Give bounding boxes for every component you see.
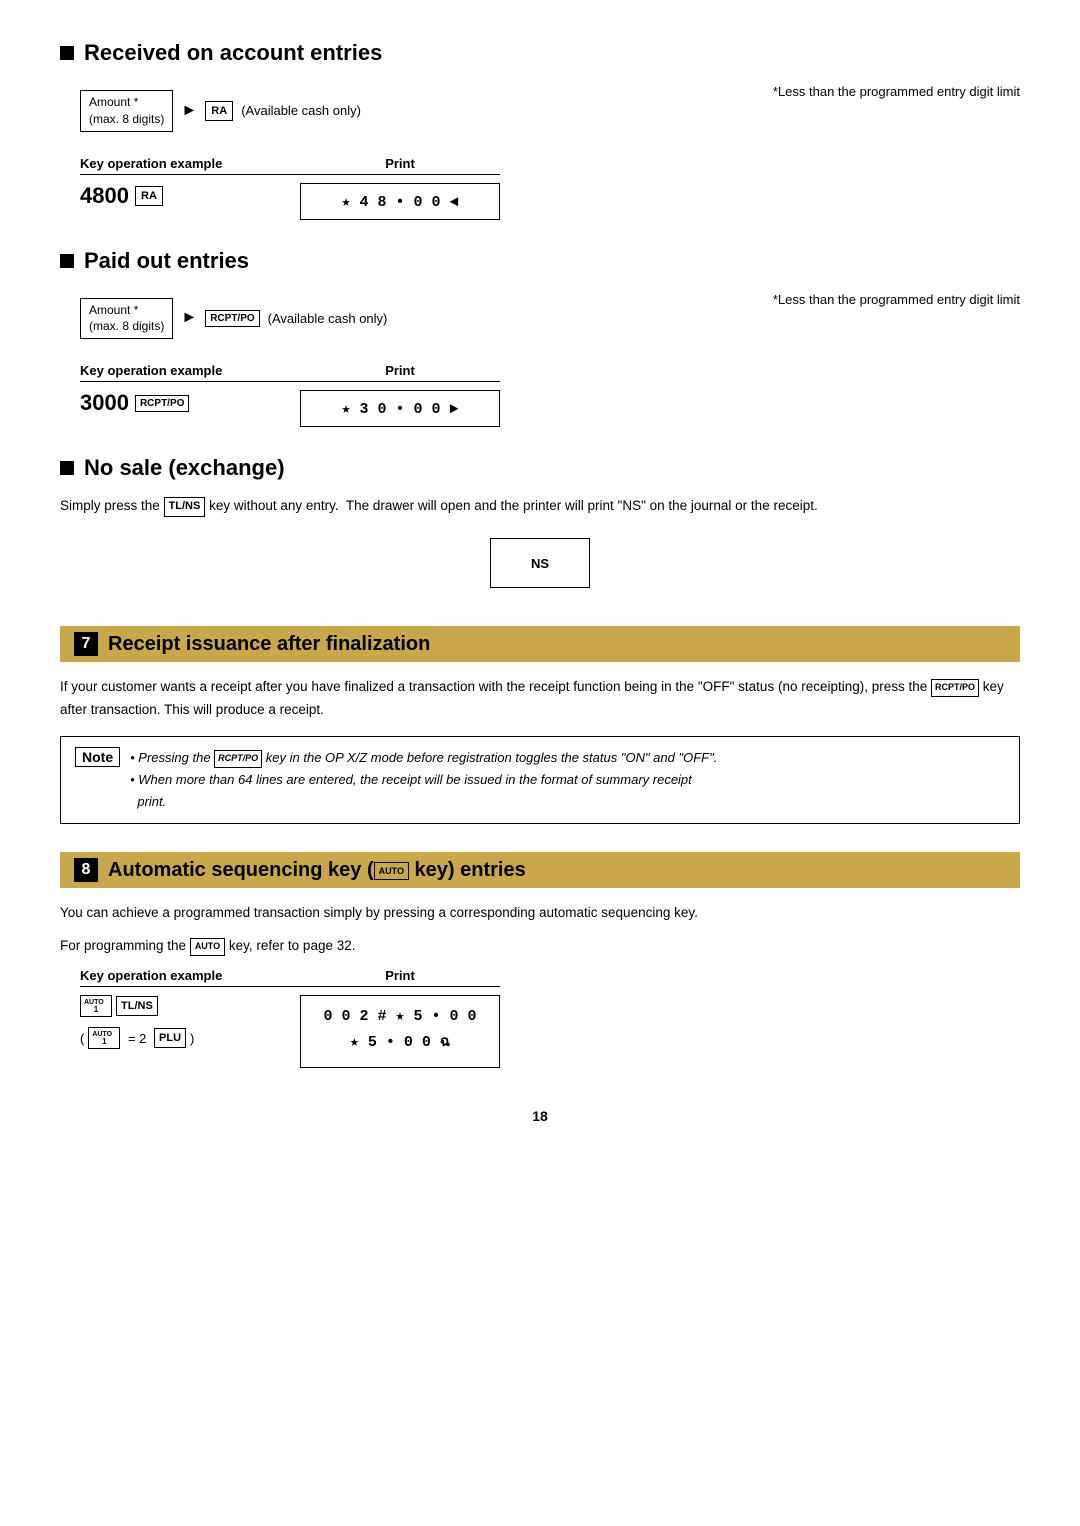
received-on-account-section: Received on account entries Amount * (ma… [60,40,1020,220]
received-print-header: Print [300,156,500,175]
tlns-key-inline: TL/NS [164,497,206,517]
auto-seq-op-header: Key operation example [80,968,300,987]
paid-out-flow-diagram: Amount * (max. 8 digits) ► RCPT/PO (Avai… [80,298,773,340]
paid-out-header: Paid out entries [60,248,1020,274]
page-number: 18 [60,1108,1020,1124]
print-line-1: 0 0 2 # ★ 5 • 0 0 [317,1006,483,1025]
received-op-header: Key operation example [80,156,300,175]
arrow-icon-2: ► [181,309,197,327]
receipt-issuance-section: 7 Receipt issuance after finalization If… [60,626,1020,824]
received-on-account-header: Received on account entries [60,40,1020,66]
paid-out-flow-left: Amount * (max. 8 digits) ► RCPT/PO (Avai… [60,288,773,356]
auto-seq-header: 8 Automatic sequencing key (AUTO key) en… [60,852,1020,888]
paid-out-section: Paid out entries Amount * (max. 8 digits… [60,248,1020,428]
arrow-icon: ► [181,102,197,120]
black-square-icon [60,46,74,60]
auto-seq-op-row2: ( AUTO 1 = 2 PLU ) [80,1027,300,1049]
auto-seq-number: 8 [74,858,98,882]
auto-key-op: AUTO 1 [80,995,112,1017]
received-print-col: Print ★ 4 8 • 0 0 ◄ [300,156,500,220]
auto-seq-print-col: Print 0 0 2 # ★ 5 • 0 0 ★ 5 • 0 0 ฉ [300,968,500,1068]
rcptpo-key-note: RCPT/PO [214,750,262,768]
tlns-key-op: TL/NS [116,996,158,1016]
received-avail-text: (Available cash only) [241,103,361,118]
note-content: • Pressing the RCPT/PO key in the OP X/Z… [130,747,717,813]
received-op-value: 4800 RA [80,183,300,209]
no-sale-section: No sale (exchange) Simply press the TL/N… [60,455,1020,598]
ns-box: NS [490,538,590,588]
paid-out-flow-row: Amount * (max. 8 digits) ► RCPT/PO (Avai… [60,288,1020,356]
auto-seq-print-box: 0 0 2 # ★ 5 • 0 0 ★ 5 • 0 0 ฉ [300,995,500,1068]
received-ra-key: RA [135,186,163,206]
received-flow-row: Amount * (max. 8 digits) ► RA (Available… [60,80,1020,148]
rcptpo-key-body: RCPT/PO [931,679,979,697]
note-label: Note [75,747,120,767]
black-square-icon-2 [60,254,74,268]
auto-seq-title: Automatic sequencing key (AUTO key) entr… [108,859,526,882]
no-sale-header: No sale (exchange) [60,455,1020,481]
paid-out-op-table: Key operation example 3000 RCPT/PO Print… [80,363,1020,427]
received-print-box: ★ 4 8 • 0 0 ◄ [300,183,500,220]
received-flow-note: *Less than the programmed entry digit li… [773,80,1020,99]
auto-eq-text: = 2 [124,1031,150,1046]
receipt-issuance-title: Receipt issuance after finalization [108,633,430,656]
received-flow-diagram: Amount * (max. 8 digits) ► RA (Available… [80,90,773,132]
paid-out-print-header: Print [300,363,500,382]
auto-seq-op-row1: AUTO 1 TL/NS [80,995,300,1017]
auto-seq-body1: You can achieve a programmed transaction… [60,902,1020,925]
paid-out-avail-text: (Available cash only) [268,311,388,326]
ra-key: RA [205,101,233,121]
note-box: Note • Pressing the RCPT/PO key in the O… [60,736,1020,824]
received-op-table: Key operation example 4800 RA Print ★ 4 … [80,156,1020,220]
auto-seq-body2: For programming the AUTO key, refer to p… [60,935,1020,958]
auto-seq-op-table: Key operation example AUTO 1 TL/NS ( AUT… [80,968,1020,1068]
auto-seq-section: 8 Automatic sequencing key (AUTO key) en… [60,852,1020,1068]
auto-paren-key: AUTO 1 [88,1027,120,1049]
auto-seq-print-header: Print [300,968,500,987]
no-sale-body: Simply press the TL/NS key without any e… [60,495,1020,518]
print-line-2: ★ 5 • 0 0 ฉ [317,1029,483,1053]
received-op-col: Key operation example 4800 RA [80,156,300,209]
received-amount-box: Amount * (max. 8 digits) [80,90,173,132]
received-on-account-title: Received on account entries [84,40,382,66]
paid-out-title: Paid out entries [84,248,249,274]
paid-out-op-value: 3000 RCPT/PO [80,390,300,416]
paid-out-print-box: ★ 3 0 • 0 0 ► [300,390,500,427]
no-sale-title: No sale (exchange) [84,455,285,481]
receipt-issuance-number: 7 [74,632,98,656]
paid-out-op-col: Key operation example 3000 RCPT/PO [80,363,300,416]
ns-box-container: NS [60,528,1020,598]
auto-seq-op-col: Key operation example AUTO 1 TL/NS ( AUT… [80,968,300,1049]
paid-out-flow-note: *Less than the programmed entry digit li… [773,288,1020,307]
receipt-issuance-body: If your customer wants a receipt after y… [60,676,1020,722]
auto-key-body2: AUTO [190,938,225,956]
receipt-issuance-header: 7 Receipt issuance after finalization [60,626,1020,662]
rcptpo-flow-key: RCPT/PO [205,310,259,327]
plu-key: PLU [154,1028,186,1048]
auto-key-title: AUTO [374,862,409,880]
paid-out-print-col: Print ★ 3 0 • 0 0 ► [300,363,500,427]
paid-out-amount-box: Amount * (max. 8 digits) [80,298,173,340]
paid-out-op-header: Key operation example [80,363,300,382]
paid-out-rcptpo-key: RCPT/PO [135,395,189,412]
black-square-icon-3 [60,461,74,475]
received-flow-left: Amount * (max. 8 digits) ► RA (Available… [60,80,773,148]
